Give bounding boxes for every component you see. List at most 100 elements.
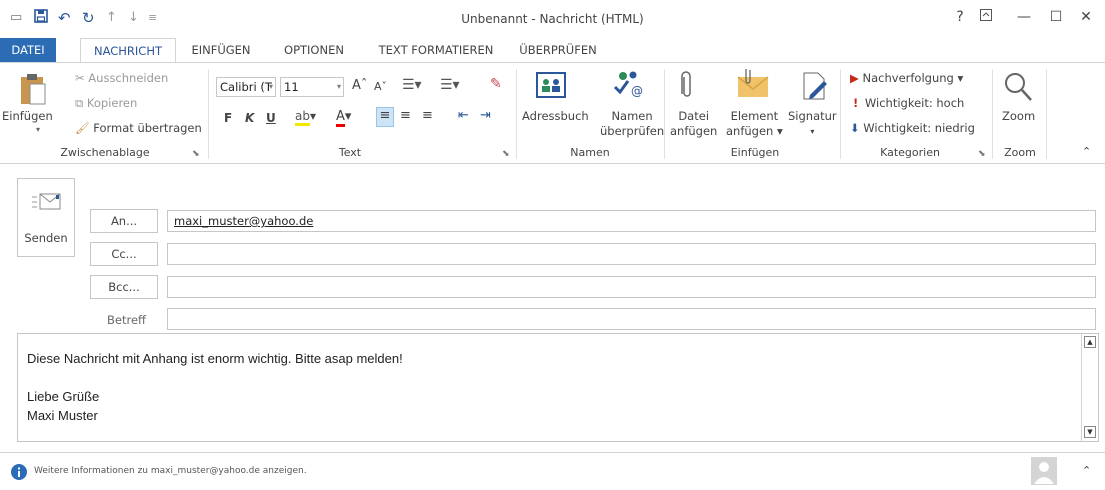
shrink-font-icon[interactable]: Aˇ xyxy=(374,80,387,93)
send-label: Senden xyxy=(24,231,68,245)
font-name-combo[interactable]: Calibri (T ▾ xyxy=(216,77,276,97)
format-painter-label: Format übertragen xyxy=(93,121,202,135)
tags-launcher-icon[interactable]: ⬊ xyxy=(978,149,986,159)
cut-button[interactable]: ✂ Ausschneiden xyxy=(75,71,168,85)
scroll-up-icon[interactable]: ▲ xyxy=(1084,336,1096,348)
highlight-icon[interactable]: ab▾ xyxy=(295,109,316,126)
align-left-icon[interactable]: ≡ xyxy=(376,107,394,127)
close-button[interactable]: ✕ xyxy=(1074,8,1098,26)
brush-icon: 🖌 xyxy=(75,121,90,135)
attach-item-icon[interactable] xyxy=(736,67,770,102)
italic-button[interactable]: K xyxy=(245,111,254,125)
underline-button[interactable]: U xyxy=(266,111,276,125)
follow-up-label: Nachverfolgung ▾ xyxy=(862,71,964,85)
people-info-link[interactable]: Weitere Informationen zu maxi_muster@yah… xyxy=(34,466,307,476)
message-body[interactable]: Diese Nachricht mit Anhang ist enorm wic… xyxy=(17,333,1099,442)
group-label-tags: Kategorien xyxy=(880,146,940,159)
attach-item-label-2: anfügen ▾ xyxy=(726,124,783,138)
signature-icon[interactable] xyxy=(802,71,830,104)
attach-item-button[interactable]: Element anfügen ▾ xyxy=(726,109,783,139)
cc-button[interactable]: Cc... xyxy=(90,242,158,266)
align-center-icon[interactable]: ≡ xyxy=(400,108,411,123)
zoom-icon[interactable] xyxy=(1003,71,1033,106)
chevron-down-icon: ▾ xyxy=(268,82,273,91)
group-label-clipboard: Zwischenablage xyxy=(60,146,150,159)
check-names-button[interactable]: Namen überprüfen xyxy=(600,109,664,139)
follow-up-button[interactable]: ▶ Nachverfolgung ▾ xyxy=(850,71,963,85)
scissors-icon: ✂ xyxy=(75,71,85,85)
paste-button[interactable]: Einfügen xyxy=(2,109,53,124)
font-size-combo[interactable]: 11 ▾ xyxy=(280,77,344,97)
vertical-scrollbar[interactable]: ▲ ▼ xyxy=(1081,334,1098,441)
attach-file-button[interactable]: Datei anfügen xyxy=(670,109,717,139)
scroll-down-icon[interactable]: ▼ xyxy=(1084,426,1096,438)
save-icon[interactable] xyxy=(34,9,48,27)
chevron-down-icon: ▾ xyxy=(336,82,341,91)
subject-label: Betreff xyxy=(107,313,146,327)
title-bar: ▭ ↶ ↻ ↑ ↓ ≡ Unbenannt - Nachricht (HTML)… xyxy=(0,0,1105,38)
font-color-icon[interactable]: A▾ xyxy=(336,109,351,127)
group-divider xyxy=(1046,69,1047,159)
to-field[interactable]: maxi_muster@yahoo.de xyxy=(167,210,1096,232)
increase-indent-icon[interactable]: ⇥ xyxy=(480,108,491,123)
paste-dropdown-icon[interactable]: ▾ xyxy=(36,125,40,134)
high-importance-label: Wichtigkeit: hoch xyxy=(864,96,965,110)
ribbon: Einfügen ▾ ✂ Ausschneiden ⧉ Kopieren 🖌 F… xyxy=(0,62,1105,164)
address-book-icon[interactable] xyxy=(536,71,566,102)
maximize-button[interactable]: ☐ xyxy=(1044,8,1068,26)
group-divider xyxy=(208,69,209,159)
previous-item-icon[interactable]: ↑ xyxy=(106,9,117,27)
minimize-button[interactable]: — xyxy=(1012,8,1036,26)
address-book-button[interactable]: Adressbuch xyxy=(522,109,589,124)
tab-format-text[interactable]: TEXT FORMATIEREN xyxy=(368,38,504,62)
window-title: Unbenannt - Nachricht (HTML) xyxy=(461,12,644,26)
tab-options[interactable]: OPTIONEN xyxy=(270,38,358,62)
subject-field[interactable] xyxy=(167,308,1096,330)
outlook-window-icon[interactable]: ▭ xyxy=(10,9,22,27)
tab-message[interactable]: NACHRICHT xyxy=(80,38,176,63)
svg-text:@: @ xyxy=(631,84,643,98)
check-names-icon[interactable]: @ xyxy=(612,69,644,104)
collapse-ribbon-icon[interactable]: ⌃ xyxy=(1082,145,1091,158)
customize-toolbar-icon[interactable]: ≡ xyxy=(148,9,157,27)
format-painter-button[interactable]: 🖌 Format übertragen xyxy=(75,121,202,135)
high-importance-button[interactable]: ! Wichtigkeit: hoch xyxy=(850,96,964,110)
font-launcher-icon[interactable]: ⬊ xyxy=(502,149,510,159)
redo-icon[interactable]: ↻ xyxy=(82,9,95,27)
signature-button[interactable]: Signatur ▾ xyxy=(788,109,837,139)
tab-review[interactable]: ÜBERPRÜFEN xyxy=(512,38,604,62)
numbering-icon[interactable]: ☰▾ xyxy=(440,77,460,93)
clipboard-launcher-icon[interactable]: ⬊ xyxy=(192,149,200,159)
font-size-value: 11 xyxy=(284,80,299,94)
bullets-icon[interactable]: ☰▾ xyxy=(402,77,422,93)
zoom-button[interactable]: Zoom xyxy=(1002,109,1035,124)
tab-insert[interactable]: EINFÜGEN xyxy=(182,38,260,62)
bcc-field[interactable] xyxy=(167,276,1096,298)
expand-people-pane-icon[interactable]: ⌃ xyxy=(1082,464,1091,477)
clear-formatting-icon[interactable]: ✎ xyxy=(490,76,502,92)
group-divider xyxy=(840,69,841,159)
low-importance-button[interactable]: ⬇ Wichtigkeit: niedrig xyxy=(850,121,975,135)
paste-icon[interactable] xyxy=(20,72,46,109)
group-divider xyxy=(516,69,517,159)
grow-font-icon[interactable]: Aˆ xyxy=(352,78,367,93)
contact-avatar[interactable] xyxy=(1031,457,1057,488)
cc-field[interactable] xyxy=(167,243,1096,265)
tab-file[interactable]: DATEI xyxy=(0,38,56,62)
bcc-button[interactable]: Bcc... xyxy=(90,275,158,299)
ribbon-display-options-icon[interactable] xyxy=(974,8,998,26)
copy-button[interactable]: ⧉ Kopieren xyxy=(75,96,137,111)
decrease-indent-icon[interactable]: ⇤ xyxy=(458,108,469,123)
recipient-to[interactable]: maxi_muster@yahoo.de xyxy=(174,214,313,228)
help-button[interactable]: ? xyxy=(948,8,972,26)
send-button[interactable]: Senden xyxy=(17,178,75,257)
body-line: Diese Nachricht mit Anhang ist enorm wic… xyxy=(27,351,403,366)
paperclip-icon[interactable] xyxy=(680,71,694,104)
align-right-icon[interactable]: ≡ xyxy=(422,108,433,123)
next-item-icon[interactable]: ↓ xyxy=(128,9,139,27)
to-button[interactable]: An... xyxy=(90,209,158,233)
attach-file-label-1: Datei xyxy=(678,109,710,123)
bold-button[interactable]: F xyxy=(224,111,232,125)
undo-icon[interactable]: ↶ xyxy=(58,9,71,27)
signature-label: Signatur xyxy=(788,109,837,123)
